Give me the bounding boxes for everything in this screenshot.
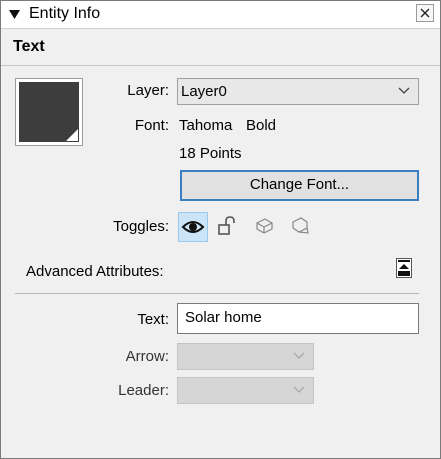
lock-icon bbox=[218, 216, 235, 235]
close-button[interactable] bbox=[416, 4, 434, 22]
leader-label: Leader: bbox=[118, 382, 169, 399]
eye-icon bbox=[181, 221, 205, 233]
text-label: Text: bbox=[137, 311, 169, 328]
text-field[interactable]: Solar home bbox=[177, 303, 419, 334]
arrow-select[interactable] bbox=[177, 343, 314, 370]
swatch-color bbox=[19, 82, 79, 142]
expand-collapse-icon bbox=[398, 260, 410, 276]
entity-info-panel: Entity Info Text Layer: Layer0 Font: Tah… bbox=[0, 0, 441, 459]
entity-type-title: Text bbox=[13, 38, 45, 55]
hidden-toggle[interactable] bbox=[178, 212, 208, 242]
layer-select[interactable]: Layer0 bbox=[177, 78, 419, 105]
locked-toggle[interactable] bbox=[214, 212, 244, 242]
arrow-label: Arrow: bbox=[125, 348, 169, 365]
font-style: Bold bbox=[246, 117, 277, 134]
cast-shadows-toggle[interactable] bbox=[286, 212, 316, 242]
panel-titlebar[interactable]: Entity Info bbox=[1, 1, 440, 29]
toggles-label: Toggles: bbox=[113, 218, 169, 235]
collapse-triangle-icon[interactable] bbox=[9, 7, 20, 21]
swatch-corner-icon bbox=[66, 129, 78, 141]
advanced-attributes-toggle[interactable] bbox=[396, 258, 412, 278]
shadow-receive-icon bbox=[256, 218, 273, 234]
chevron-down-icon bbox=[398, 87, 410, 94]
panel-title: Entity Info bbox=[29, 5, 101, 22]
layer-label: Layer: bbox=[127, 82, 169, 99]
close-icon bbox=[420, 8, 430, 18]
chevron-down-icon bbox=[293, 352, 305, 359]
shadow-cast-icon bbox=[292, 217, 309, 234]
layer-select-value: Layer0 bbox=[181, 83, 227, 100]
divider bbox=[15, 293, 419, 294]
receive-shadows-toggle[interactable] bbox=[250, 212, 280, 242]
advanced-attributes-label: Advanced Attributes: bbox=[26, 263, 164, 280]
font-label: Font: bbox=[134, 117, 169, 134]
divider bbox=[1, 65, 440, 66]
font-size: 18 Points bbox=[179, 145, 242, 162]
font-name: Tahoma bbox=[179, 117, 233, 134]
material-swatch[interactable] bbox=[15, 78, 83, 146]
leader-select[interactable] bbox=[177, 377, 314, 404]
change-font-button[interactable]: Change Font... bbox=[180, 170, 419, 201]
chevron-down-icon bbox=[293, 386, 305, 393]
